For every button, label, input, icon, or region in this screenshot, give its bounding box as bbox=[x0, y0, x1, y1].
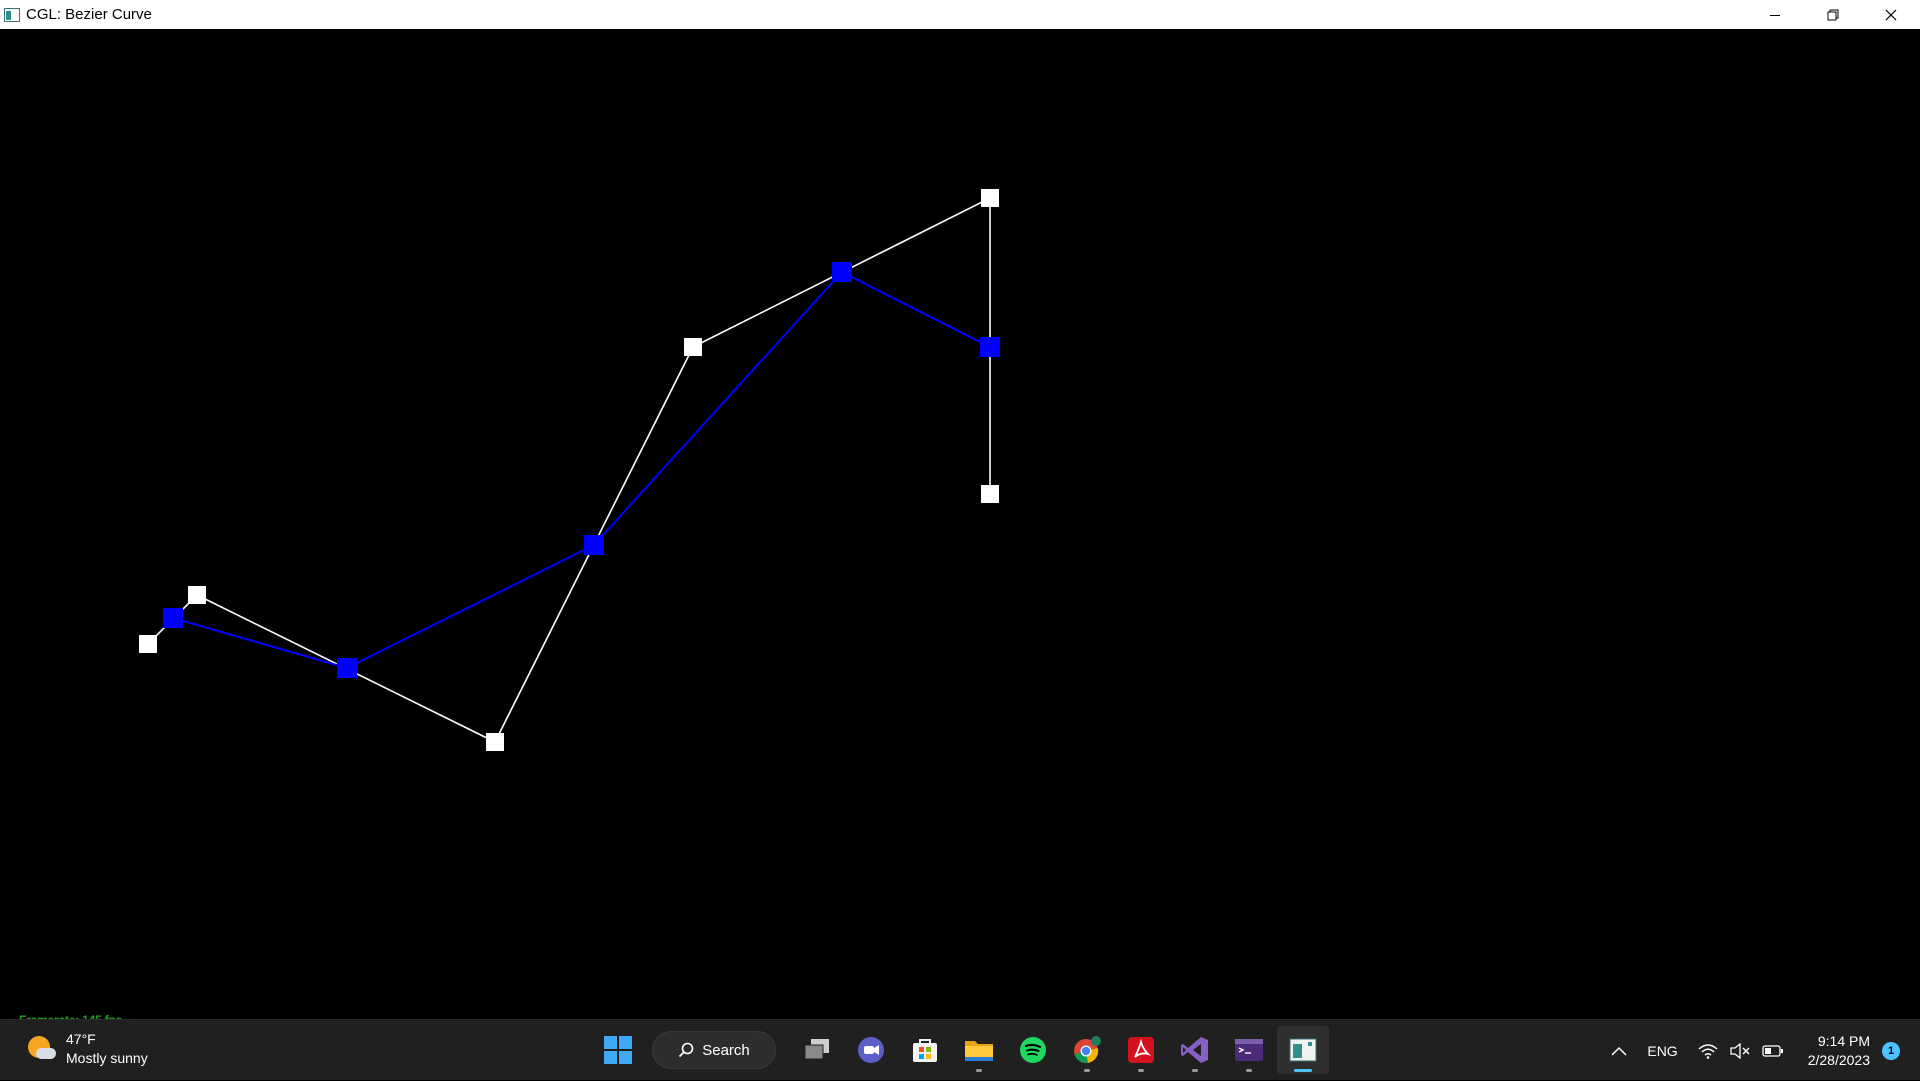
taskbar-search[interactable]: Search bbox=[652, 1031, 776, 1069]
control-point-handle[interactable] bbox=[981, 485, 999, 503]
chevron-up-icon bbox=[1611, 1046, 1627, 1056]
notification-badge[interactable]: 1 bbox=[1882, 1041, 1900, 1060]
windows-logo-icon bbox=[604, 1036, 632, 1064]
search-icon bbox=[679, 1042, 694, 1058]
store-icon bbox=[913, 1039, 937, 1062]
taskbar-app-terminal[interactable] bbox=[1223, 1026, 1275, 1074]
taskbar-apps: Search bbox=[594, 1026, 1330, 1074]
wifi-icon bbox=[1698, 1043, 1718, 1059]
battery-icon bbox=[1762, 1044, 1783, 1057]
clock[interactable]: 9:14 PM 2/28/2023 bbox=[1808, 1032, 1870, 1070]
title-bar: CGL: Bezier Curve bbox=[0, 0, 1920, 29]
weather-temperature: 47°F bbox=[66, 1031, 96, 1047]
restore-button[interactable] bbox=[1804, 0, 1862, 29]
acrobat-icon bbox=[1128, 1037, 1154, 1063]
control-point-handle[interactable] bbox=[188, 586, 206, 604]
running-indicator bbox=[1192, 1069, 1198, 1072]
taskbar-app-acrobat[interactable] bbox=[1115, 1026, 1167, 1074]
minimize-icon bbox=[1770, 14, 1780, 16]
control-point-handle[interactable] bbox=[684, 338, 702, 356]
control-point-handle[interactable] bbox=[486, 733, 504, 751]
volume-button[interactable] bbox=[1730, 1042, 1750, 1059]
taskbar: 47°F Mostly sunny Search ENG 9:14 PM 2/2… bbox=[0, 1019, 1920, 1080]
curve-point-marker bbox=[584, 535, 604, 555]
app-window-icon bbox=[4, 7, 20, 22]
terminal-icon bbox=[1235, 1039, 1263, 1061]
curve-point-marker bbox=[163, 608, 183, 628]
curve-point-marker bbox=[832, 262, 852, 282]
curve-point-marker bbox=[980, 337, 1000, 357]
bezier-curve bbox=[172, 270, 991, 670]
search-label: Search bbox=[702, 1041, 750, 1059]
weather-widget[interactable]: 47°F Mostly sunny bbox=[26, 1030, 148, 1068]
window-controls bbox=[1746, 0, 1920, 29]
control-polygon bbox=[147, 196, 991, 744]
volume-muted-icon bbox=[1730, 1042, 1750, 1059]
show-hidden-icons-button[interactable] bbox=[1611, 1046, 1627, 1056]
partly-sunny-icon bbox=[26, 1034, 56, 1064]
taskbar-app-cgl[interactable] bbox=[1277, 1026, 1329, 1074]
weather-description: Mostly sunny bbox=[66, 1050, 148, 1066]
running-indicator bbox=[1246, 1069, 1252, 1072]
input-language[interactable]: ENG bbox=[1647, 1043, 1677, 1059]
start-button[interactable] bbox=[594, 1026, 642, 1074]
window-title: CGL: Bezier Curve bbox=[26, 6, 152, 23]
taskbar-app-meet[interactable] bbox=[845, 1026, 897, 1074]
render-canvas[interactable]: Framerate: 145 fps bbox=[0, 29, 1920, 1027]
active-indicator bbox=[1294, 1069, 1312, 1072]
task-view-icon bbox=[804, 1039, 829, 1060]
running-indicator bbox=[1084, 1069, 1090, 1072]
video-chat-icon bbox=[858, 1037, 884, 1063]
taskbar-app-chrome[interactable] bbox=[1061, 1026, 1113, 1074]
system-tray: ENG 9:14 PM 2/28/2023 1 bbox=[1605, 1020, 1920, 1081]
close-icon bbox=[1885, 9, 1897, 20]
restore-icon bbox=[1827, 9, 1839, 20]
taskbar-app-spotify[interactable] bbox=[1007, 1026, 1059, 1074]
bezier-scene[interactable] bbox=[0, 29, 1920, 1019]
network-button[interactable] bbox=[1698, 1043, 1718, 1059]
visual-studio-icon bbox=[1181, 1037, 1208, 1063]
running-indicator bbox=[976, 1069, 982, 1072]
taskbar-app-store[interactable] bbox=[899, 1026, 951, 1074]
taskbar-app-file-explorer[interactable] bbox=[953, 1026, 1005, 1074]
curve-point-marker bbox=[337, 658, 357, 678]
control-point-handle[interactable] bbox=[981, 189, 999, 207]
taskbar-app-task-view[interactable] bbox=[791, 1026, 843, 1074]
minimize-button[interactable] bbox=[1746, 0, 1804, 29]
clock-time: 9:14 PM bbox=[1817, 1032, 1870, 1049]
clock-date: 2/28/2023 bbox=[1807, 1051, 1870, 1068]
battery-button[interactable] bbox=[1762, 1044, 1784, 1058]
close-button[interactable] bbox=[1862, 0, 1920, 29]
cgl-app-icon bbox=[1289, 1038, 1317, 1062]
taskbar-app-visual-studio[interactable] bbox=[1169, 1026, 1221, 1074]
running-indicator bbox=[1138, 1069, 1144, 1072]
folder-icon bbox=[965, 1041, 993, 1061]
spotify-icon bbox=[1020, 1037, 1046, 1063]
control-point-handle[interactable] bbox=[139, 635, 157, 653]
chrome-icon bbox=[1074, 1036, 1101, 1064]
